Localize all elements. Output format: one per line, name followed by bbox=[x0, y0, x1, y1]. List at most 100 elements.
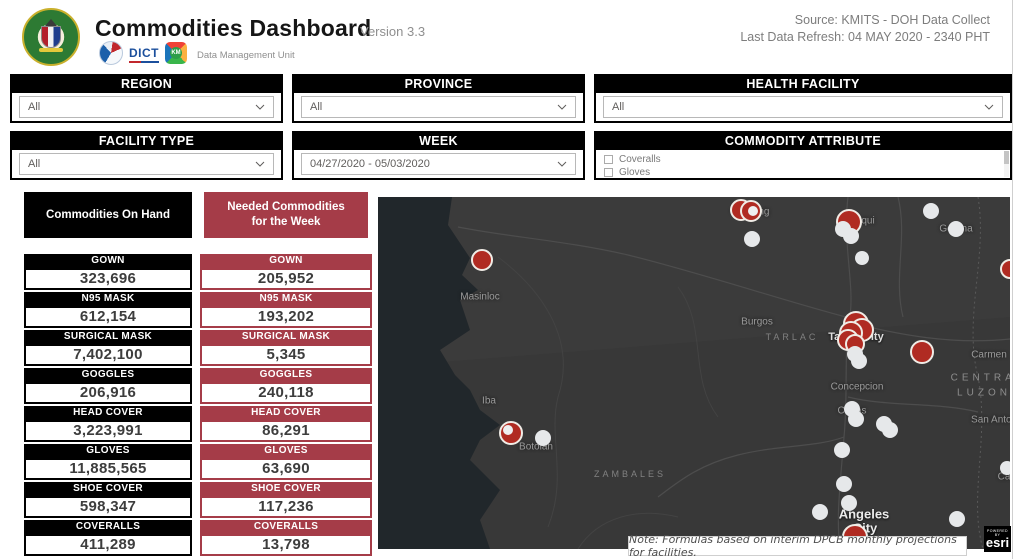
province-dropdown-value: All bbox=[310, 101, 322, 113]
page-title: Commodities Dashboard bbox=[95, 15, 371, 42]
map-place-label: CENTRAL bbox=[951, 373, 1010, 384]
commodity-card-value: 323,696 bbox=[24, 268, 192, 290]
filter-region-title: REGION bbox=[12, 76, 281, 93]
map-bubble-white[interactable] bbox=[855, 251, 869, 265]
map-place-label: TARLAC bbox=[766, 332, 819, 342]
province-dropdown[interactable]: All bbox=[301, 96, 576, 118]
filter-commodity-attribute: COMMODITY ATTRIBUTE Coveralls Gloves bbox=[594, 131, 1012, 180]
needed-cards-column: GOWN205,952N95 MASK193,202SURGICAL MASK5… bbox=[200, 254, 372, 556]
region-dropdown[interactable]: All bbox=[19, 96, 274, 118]
km-logo-center: KM bbox=[170, 47, 182, 59]
health-facility-dropdown-value: All bbox=[612, 101, 624, 113]
map-bubble-white[interactable] bbox=[948, 221, 964, 237]
commodity-card[interactable]: SURGICAL MASK5,345 bbox=[200, 330, 372, 366]
doh-seal-eagle bbox=[45, 19, 57, 26]
map-place-label: Iba bbox=[482, 396, 496, 407]
option-label: Coveralls bbox=[619, 154, 661, 165]
filter-province-title: PROVINCE bbox=[294, 76, 583, 93]
map-bubble-white[interactable] bbox=[923, 203, 939, 219]
source-info: Source: KMITS - DOH Data Collect Last Da… bbox=[740, 12, 990, 46]
commodity-card[interactable]: GOGGLES240,118 bbox=[200, 368, 372, 404]
map-bubble-white[interactable] bbox=[1000, 461, 1010, 475]
commodity-card-label: SURGICAL MASK bbox=[24, 330, 192, 344]
commodity-card[interactable]: COVERALLS411,289 bbox=[24, 520, 192, 556]
map-bubble-white[interactable] bbox=[882, 422, 898, 438]
commodity-card-value: 7,402,100 bbox=[24, 344, 192, 366]
dict-seal-icon bbox=[99, 41, 123, 65]
commodity-card[interactable]: GOWN205,952 bbox=[200, 254, 372, 290]
filter-week-title: WEEK bbox=[294, 133, 583, 150]
filter-week: WEEK 04/27/2020 - 05/03/2020 bbox=[292, 131, 585, 180]
doh-seal-banner bbox=[39, 48, 63, 52]
commodity-card-value: 13,798 bbox=[200, 534, 372, 556]
commodity-card[interactable]: N95 MASK193,202 bbox=[200, 292, 372, 328]
commodity-card-value: 11,885,565 bbox=[24, 458, 192, 480]
commodity-card-label: N95 MASK bbox=[200, 292, 372, 306]
map-bubble-white[interactable] bbox=[834, 442, 850, 458]
map-bubble-white[interactable] bbox=[949, 511, 965, 527]
map-bubble-white[interactable] bbox=[744, 231, 760, 247]
map-bubble-white[interactable] bbox=[841, 495, 857, 511]
checkbox-icon[interactable] bbox=[604, 168, 613, 177]
commodity-card[interactable]: GOWN323,696 bbox=[24, 254, 192, 290]
commodity-card[interactable]: GOGGLES206,916 bbox=[24, 368, 192, 404]
map-basemap bbox=[378, 197, 1010, 549]
commodity-card-value: 598,347 bbox=[24, 496, 192, 518]
commodity-card[interactable]: HEAD COVER3,223,991 bbox=[24, 406, 192, 442]
week-dropdown[interactable]: 04/27/2020 - 05/03/2020 bbox=[301, 153, 576, 175]
commodity-card[interactable]: SHOE COVER598,347 bbox=[24, 482, 192, 518]
map-bubble-white[interactable] bbox=[535, 430, 551, 446]
map-bubble-white[interactable] bbox=[812, 504, 828, 520]
checkbox-icon[interactable] bbox=[604, 155, 613, 164]
week-dropdown-value: 04/27/2020 - 05/03/2020 bbox=[310, 158, 430, 170]
commodity-card-value: 240,118 bbox=[200, 382, 372, 404]
map-place-label: San Antonio bbox=[971, 415, 1010, 426]
map-bubble-white[interactable] bbox=[836, 476, 852, 492]
map-bubble-white[interactable] bbox=[851, 353, 867, 369]
facilities-map[interactable]: CamilingPaniquiGeronaMasinlocBurgosTARLA… bbox=[378, 197, 1010, 549]
commodity-card[interactable]: GLOVES63,690 bbox=[200, 444, 372, 480]
map-bubble-red[interactable] bbox=[471, 249, 493, 271]
commodity-card[interactable]: N95 MASK612,154 bbox=[24, 292, 192, 328]
doh-seal-shield bbox=[41, 26, 61, 48]
scrollbar[interactable] bbox=[1004, 151, 1009, 177]
scrollbar-thumb[interactable] bbox=[1004, 151, 1009, 164]
source-line: Source: KMITS - DOH Data Collect bbox=[740, 12, 990, 29]
commodity-card-value: 206,916 bbox=[24, 382, 192, 404]
commodity-card-label: SURGICAL MASK bbox=[200, 330, 372, 344]
commodity-card-label: SHOE COVER bbox=[200, 482, 372, 496]
map-bubble-red[interactable] bbox=[910, 340, 934, 364]
on-hand-column-header: Commodities On Hand bbox=[24, 192, 192, 238]
filter-province: PROVINCE All bbox=[292, 74, 585, 123]
map-bubble-white[interactable] bbox=[843, 228, 859, 244]
facility-type-dropdown-value: All bbox=[28, 158, 40, 170]
filter-commodity-attribute-title: COMMODITY ATTRIBUTE bbox=[596, 133, 1010, 150]
map-place-label: Burgos bbox=[741, 317, 773, 328]
map-bubble-white[interactable] bbox=[848, 411, 864, 427]
needed-column-header: Needed Commodities for the Week bbox=[204, 192, 368, 238]
commodity-attribute-option-coveralls[interactable]: Coveralls bbox=[604, 153, 1010, 165]
map-place-label: ZAMBALES bbox=[594, 469, 666, 479]
facility-type-dropdown[interactable]: All bbox=[19, 153, 274, 175]
map-place-label: Concepcion bbox=[831, 382, 884, 393]
commodity-attribute-option-gloves[interactable]: Gloves bbox=[604, 166, 1010, 178]
commodity-card-value: 5,345 bbox=[200, 344, 372, 366]
commodity-card[interactable]: GLOVES11,885,565 bbox=[24, 444, 192, 480]
commodity-card-label: SHOE COVER bbox=[24, 482, 192, 496]
commodity-card-value: 86,291 bbox=[200, 420, 372, 442]
dict-logo: DICT bbox=[129, 46, 159, 63]
commodity-card[interactable]: SHOE COVER117,236 bbox=[200, 482, 372, 518]
data-management-unit-label: Data Management Unit bbox=[197, 50, 295, 61]
commodities-dashboard: Commodities Dashboard Version 3.3 DICT K… bbox=[0, 0, 1024, 559]
commodity-card-label: GLOVES bbox=[200, 444, 372, 458]
map-bubble-dot bbox=[503, 425, 513, 435]
commodity-card-value: 411,289 bbox=[24, 534, 192, 556]
commodity-card[interactable]: SURGICAL MASK7,402,100 bbox=[24, 330, 192, 366]
commodity-card-label: COVERALLS bbox=[24, 520, 192, 534]
map-place-label: Carmen bbox=[971, 350, 1007, 361]
commodity-card[interactable]: HEAD COVER86,291 bbox=[200, 406, 372, 442]
map-bubble-dot bbox=[748, 206, 758, 216]
health-facility-dropdown[interactable]: All bbox=[603, 96, 1003, 118]
map-place-label: LUZON bbox=[957, 388, 1010, 399]
commodity-card[interactable]: COVERALLS13,798 bbox=[200, 520, 372, 556]
